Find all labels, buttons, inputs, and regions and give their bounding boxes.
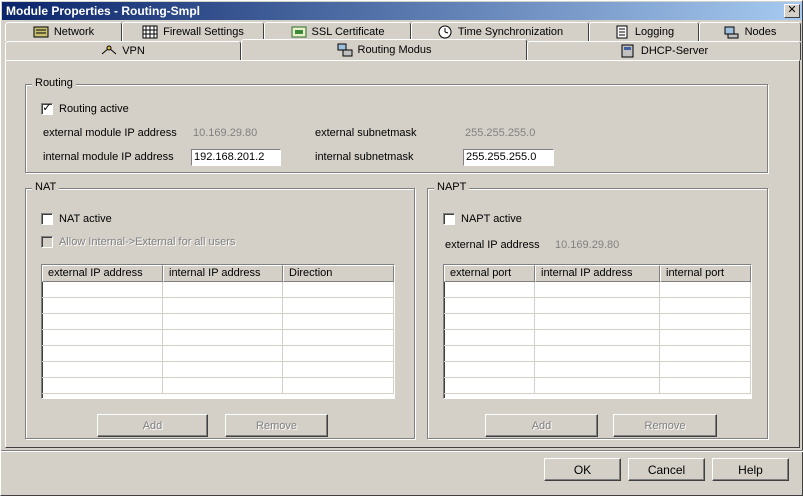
external-ip-label: external module IP address xyxy=(43,127,177,139)
table-row xyxy=(42,314,394,330)
external-subnetmask-label: external subnetmask xyxy=(315,127,417,139)
clock-icon xyxy=(437,25,453,39)
napt-group: NAPT NAPT active external IP address 10.… xyxy=(427,181,768,439)
ok-button[interactable]: OK xyxy=(544,458,621,481)
table-row xyxy=(444,314,751,330)
footer-separator xyxy=(1,450,803,452)
internal-subnetmask-label: internal subnetmask xyxy=(315,151,414,163)
nat-table[interactable]: external IP address internal IP address … xyxy=(41,264,395,399)
table-row xyxy=(42,362,394,378)
table-row xyxy=(444,362,751,378)
allow-internal-external-checkbox[interactable] xyxy=(41,236,53,248)
nat-add-button[interactable]: Add xyxy=(97,414,208,437)
close-icon[interactable]: ✕ xyxy=(784,4,800,18)
napt-col-external-port[interactable]: external port xyxy=(444,265,535,282)
table-row xyxy=(444,282,751,298)
napt-external-ip-label: external IP address xyxy=(445,239,540,251)
table-row xyxy=(42,298,394,314)
help-button[interactable]: Help xyxy=(712,458,789,481)
allow-internal-external-label: Allow Internal->External for all users xyxy=(59,236,236,248)
nat-group-label: NAT xyxy=(32,181,60,193)
napt-col-internal-ip[interactable]: internal IP address xyxy=(535,265,660,282)
external-subnetmask-value: 255.255.255.0 xyxy=(465,127,536,139)
log-icon xyxy=(614,25,630,39)
napt-active-label: NAPT active xyxy=(461,213,522,225)
certificate-icon xyxy=(291,25,307,39)
tab-panel-routing: Routing ✓ Routing active external module… xyxy=(5,60,800,448)
tab-routing-modus[interactable]: Routing Modus xyxy=(241,39,527,60)
cancel-button[interactable]: Cancel xyxy=(628,458,705,481)
table-row xyxy=(42,346,394,362)
title-bar: Module Properties - Routing-Smpl ✕ xyxy=(2,2,802,20)
network-icon xyxy=(33,25,49,39)
routing-group-label: Routing xyxy=(32,77,76,89)
table-row xyxy=(444,298,751,314)
routing-active-checkbox[interactable]: ✓ xyxy=(41,103,53,115)
tab-dhcp-server[interactable]: DHCP-Server xyxy=(527,41,801,60)
internal-subnetmask-input[interactable]: 255.255.255.0 xyxy=(463,149,554,166)
tab-logging[interactable]: Logging xyxy=(589,22,699,41)
nodes-icon xyxy=(724,25,740,39)
routing-group: Routing ✓ Routing active external module… xyxy=(25,77,768,173)
nat-remove-button[interactable]: Remove xyxy=(225,414,328,437)
napt-add-button[interactable]: Add xyxy=(485,414,598,437)
tab-nodes[interactable]: Nodes xyxy=(699,22,801,41)
table-row xyxy=(444,330,751,346)
window-title: Module Properties - Routing-Smpl xyxy=(6,4,200,18)
napt-group-label: NAPT xyxy=(434,181,470,193)
napt-external-ip-value: 10.169.29.80 xyxy=(555,239,620,251)
napt-col-internal-port[interactable]: internal port xyxy=(660,265,751,282)
napt-table-header: external port internal IP address intern… xyxy=(444,265,751,282)
nat-active-checkbox[interactable] xyxy=(41,213,53,225)
nat-col-direction[interactable]: Direction xyxy=(283,265,394,282)
table-row xyxy=(42,330,394,346)
nat-col-internal-ip[interactable]: internal IP address xyxy=(163,265,283,282)
external-ip-value: 10.169.29.80 xyxy=(193,127,258,139)
nat-col-external-ip[interactable]: external IP address xyxy=(42,265,163,282)
tab-network[interactable]: Network xyxy=(5,22,122,41)
napt-remove-button[interactable]: Remove xyxy=(613,414,717,437)
table-row xyxy=(42,378,394,394)
table-row xyxy=(42,282,394,298)
firewall-icon xyxy=(142,25,158,39)
internal-ip-input[interactable]: 192.168.201.2 xyxy=(191,149,281,166)
module-properties-window: Module Properties - Routing-Smpl ✕ Netwo… xyxy=(0,0,803,496)
nat-group: NAT NAT active Allow Internal->External … xyxy=(25,181,415,439)
table-row xyxy=(444,346,751,362)
nat-active-label: NAT active xyxy=(59,213,112,225)
vpn-icon xyxy=(101,44,117,58)
table-row xyxy=(444,378,751,394)
internal-ip-label: internal module IP address xyxy=(43,151,174,163)
napt-table[interactable]: external port internal IP address intern… xyxy=(443,264,752,399)
napt-active-checkbox[interactable] xyxy=(443,213,455,225)
tab-vpn[interactable]: VPN xyxy=(5,41,241,60)
routing-active-label: Routing active xyxy=(59,103,129,115)
dhcp-icon xyxy=(620,44,636,58)
routing-icon xyxy=(337,43,353,57)
nat-table-header: external IP address internal IP address … xyxy=(42,265,394,282)
